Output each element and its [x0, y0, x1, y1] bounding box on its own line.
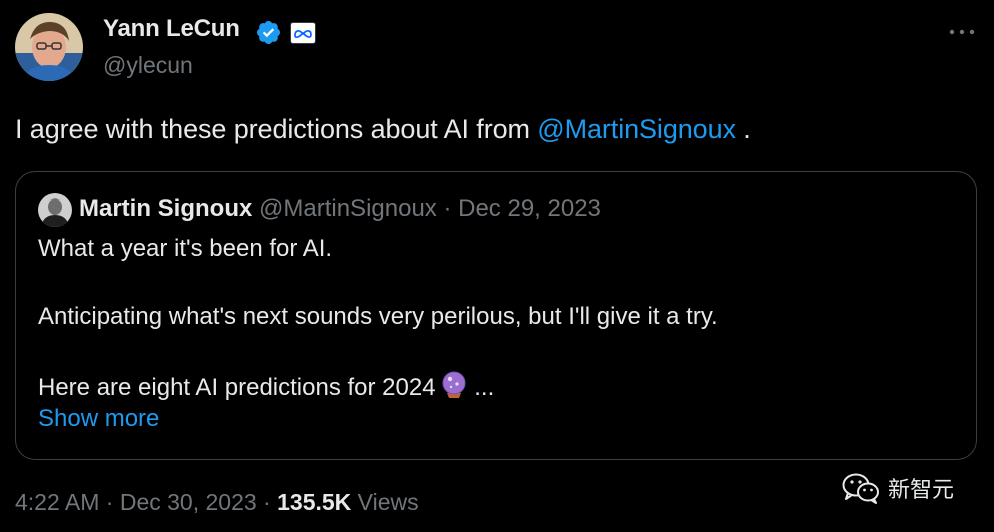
quote-line-3-container: Here are eight AI predictions for 2024 .…: [38, 371, 494, 402]
tweet-date[interactable]: Dec 30, 2023: [120, 489, 257, 515]
quote-author-name[interactable]: Martin Signoux: [79, 195, 252, 222]
quoted-tweet-card[interactable]: Martin Signoux @MartinSignoux · Dec 29, …: [15, 171, 977, 460]
author-avatar-image: [15, 13, 83, 81]
quote-ellipsis: ...: [467, 374, 495, 401]
tweet-time[interactable]: 4:22 AM: [15, 489, 99, 515]
meta-logo-icon[interactable]: [290, 22, 316, 44]
footer-separator-2: ·: [256, 489, 278, 515]
tweet-text-after: .: [735, 114, 751, 144]
quote-line-2: Anticipating what's next sounds very per…: [38, 303, 718, 330]
crystal-ball-icon: [442, 371, 466, 398]
quote-author-handle[interactable]: @MartinSignoux: [259, 195, 437, 222]
author-display-name[interactable]: Yann LeCun: [103, 15, 240, 43]
tweet-text-before: I agree with these predictions about AI …: [15, 114, 538, 144]
quote-date[interactable]: Dec 29, 2023: [458, 195, 601, 222]
quote-header: Martin Signoux @MartinSignoux · Dec 29, …: [79, 195, 601, 223]
author-handle[interactable]: @ylecun: [103, 52, 193, 79]
wechat-logo-icon: [842, 473, 879, 504]
quote-author-avatar-image: [38, 193, 72, 227]
tweet-text: I agree with these predictions about AI …: [15, 114, 751, 145]
watermark-text: 新智元: [888, 478, 955, 503]
views-count: 135.5K: [277, 489, 352, 515]
quote-line-1: What a year it's been for AI.: [38, 235, 333, 262]
footer-separator-1: ·: [99, 489, 120, 515]
verified-check-icon: [255, 19, 282, 46]
more-options-button[interactable]: [942, 18, 982, 46]
more-dots-icon: [949, 29, 975, 35]
mention-link[interactable]: @MartinSignoux: [537, 114, 736, 144]
quote-author-avatar[interactable]: [38, 193, 72, 227]
tweet-footer: 4:22 AM · Dec 30, 2023 · 135.5K Views: [15, 489, 419, 516]
quote-separator: ·: [436, 195, 459, 222]
views-label: Views: [351, 489, 419, 515]
watermark: 新智元: [842, 470, 954, 506]
show-more-link[interactable]: Show more: [38, 405, 159, 433]
quote-line-3: Here are eight AI predictions for 2024: [38, 374, 436, 401]
author-avatar[interactable]: [15, 13, 83, 81]
